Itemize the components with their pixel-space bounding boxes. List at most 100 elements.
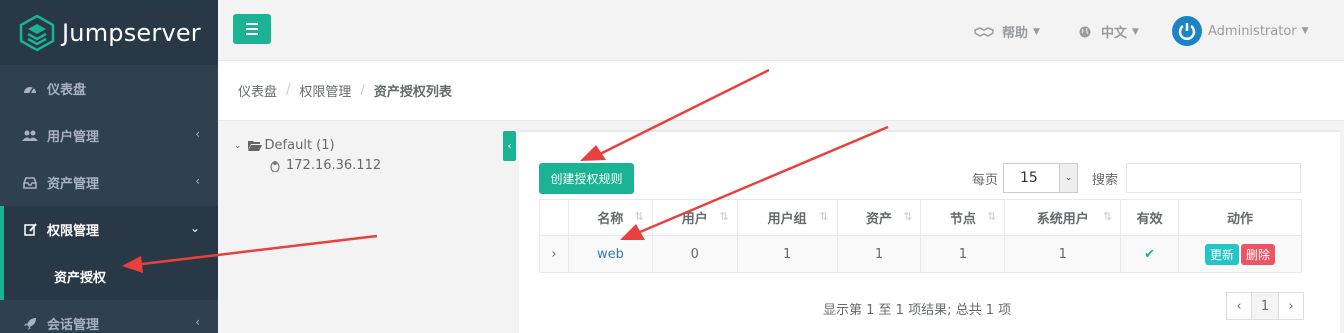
chevron-down-icon: ⌄ — [189, 221, 200, 235]
sidebar-toggle-button[interactable] — [233, 14, 271, 44]
caret-down-icon: ▼ — [1301, 26, 1309, 36]
cell-system-users: 1 — [1004, 235, 1122, 273]
table-row: › web 0 1 1 1 1 ✔ 更新 删除 — [539, 235, 1302, 273]
sidebar: Jumpserver 仪表盘 用户管理 ‹ 资产管理 ‹ 权限管理 ⌄ 资产授权 — [0, 0, 218, 333]
logo-bar[interactable]: Jumpserver — [0, 0, 218, 65]
column-header-name[interactable]: 名称 ⇅ — [567, 199, 653, 236]
cell-name: web — [567, 235, 653, 273]
breadcrumb-separator: / — [360, 83, 365, 98]
permission-name-link[interactable]: web — [597, 247, 624, 262]
table-header-row: 名称 ⇅ 用户 ⇅ 用户组 ⇅ 资产 ⇅ 节点 ⇅ 系统用户 ⇅ 有效 动作 — [539, 199, 1302, 236]
help-label: 帮助 — [1002, 26, 1029, 41]
breadcrumb: 仪表盘 / 权限管理 / 资产授权列表 — [218, 61, 1344, 121]
permissions-table: 名称 ⇅ 用户 ⇅ 用户组 ⇅ 资产 ⇅ 节点 ⇅ 系统用户 ⇅ 有效 动作 › web 0… — [539, 199, 1302, 273]
chevron-left-icon: ‹ — [195, 174, 200, 188]
chevron-down-icon: ⌄ — [1059, 164, 1077, 192]
sidebar-subitem-asset-permissions[interactable]: 资产授权 — [0, 253, 218, 300]
tree-node-label: Default (1) — [264, 138, 335, 153]
help-menu[interactable]: 帮助 ▼ — [974, 22, 1040, 41]
column-header-nodes[interactable]: 节点 ⇅ — [920, 199, 1006, 236]
chevron-left-icon: ‹ — [195, 315, 200, 329]
sidebar-item-users[interactable]: 用户管理 ‹ — [0, 112, 218, 159]
sort-icon: ⇅ — [1102, 210, 1113, 223]
column-header-actions: 动作 — [1178, 199, 1302, 236]
chevron-left-icon: ‹ — [507, 140, 512, 152]
sort-icon: ⇅ — [819, 210, 829, 223]
page-length-value: 15 — [1020, 170, 1038, 186]
column-header-valid: 有效 — [1120, 199, 1180, 236]
cell-actions: 更新 删除 — [1178, 235, 1302, 273]
chevron-left-icon: ‹ — [195, 127, 200, 141]
language-menu[interactable]: 中文 ▼ — [1079, 22, 1139, 41]
cell-users: 0 — [651, 235, 738, 273]
column-header-expand — [539, 199, 569, 236]
breadcrumb-dashboard[interactable]: 仪表盘 — [238, 81, 277, 100]
pagination: ‹ 1 › — [1226, 292, 1304, 320]
user-name: Administrator — [1208, 23, 1297, 39]
search-input[interactable] — [1126, 163, 1301, 193]
delete-button[interactable]: 删除 — [1241, 243, 1276, 265]
sort-icon: ⇅ — [719, 210, 729, 223]
breadcrumb-separator: / — [286, 83, 291, 98]
inbox-icon — [22, 176, 38, 189]
users-icon — [22, 130, 38, 142]
app-name: Jumpserver — [62, 18, 201, 47]
caret-down-icon: ▼ — [1033, 26, 1040, 37]
tree-toggle-icon[interactable]: ⌄ — [234, 141, 242, 151]
sidebar-item-dashboard[interactable]: 仪表盘 — [0, 65, 218, 112]
rocket-icon — [22, 317, 38, 331]
column-header-users[interactable]: 用户 ⇅ — [651, 199, 738, 236]
update-button[interactable]: 更新 — [1205, 243, 1240, 265]
linux-icon — [270, 160, 280, 172]
column-header-user-groups[interactable]: 用户组 ⇅ — [736, 199, 838, 236]
cell-assets: 1 — [836, 235, 922, 273]
content-panel: 创建授权规则 每页 15 ⌄ 搜索 名称 ⇅ 用户 ⇅ 用户组 ⇅ 资产 ⇅ 节点 ⇅ 系… — [519, 130, 1340, 333]
pagination-prev-button[interactable]: ‹ — [1226, 292, 1252, 320]
sort-icon: ⇅ — [634, 210, 644, 223]
tree-collapse-toggle[interactable]: ‹ — [503, 131, 516, 161]
page-length-select[interactable]: 15 ⌄ — [1003, 163, 1078, 193]
tree-node-label: 172.16.36.112 — [286, 158, 382, 173]
sidebar-item-assets[interactable]: 资产管理 ‹ — [0, 159, 218, 206]
user-menu[interactable]: Administrator ▼ — [1172, 16, 1309, 46]
sort-icon: ⇅ — [987, 210, 997, 223]
language-label: 中文 — [1101, 26, 1128, 41]
pagination-page-button[interactable]: 1 — [1251, 292, 1279, 320]
breadcrumb-permissions[interactable]: 权限管理 — [299, 81, 351, 100]
check-icon: ✔ — [1144, 246, 1156, 262]
cell-nodes: 1 — [920, 235, 1006, 273]
create-permission-button[interactable]: 创建授权规则 — [539, 163, 634, 194]
sort-icon: ⇅ — [903, 210, 913, 223]
row-expand-toggle[interactable]: › — [539, 235, 569, 273]
globe-icon — [1079, 26, 1091, 37]
top-navbar: 帮助 ▼ 中文 ▼ Administrator ▼ — [218, 0, 1344, 61]
column-header-assets[interactable]: 资产 ⇅ — [836, 199, 922, 236]
sidebar-item-sessions[interactable]: 会话管理 ‹ — [0, 300, 218, 333]
chevron-right-icon: › — [551, 246, 557, 262]
sidebar-item-label: 资产管理 — [47, 177, 100, 192]
cell-valid: ✔ — [1120, 235, 1180, 273]
sidebar-item-label: 会话管理 — [47, 318, 100, 333]
search-label: 搜索 — [1092, 173, 1119, 188]
jumpserver-logo-icon — [19, 14, 55, 51]
folder-open-icon — [247, 141, 262, 151]
pagination-next-button[interactable]: › — [1278, 292, 1304, 320]
sidebar-item-permissions[interactable]: 权限管理 ⌄ — [0, 206, 218, 253]
page-length-label: 每页 — [972, 173, 999, 188]
hamburger-icon — [246, 23, 258, 25]
sidebar-item-label: 权限管理 — [47, 224, 100, 239]
power-avatar-icon — [1172, 16, 1202, 46]
edit-icon — [22, 223, 38, 236]
table-info: 显示第 1 至 1 项结果; 总共 1 项 — [823, 303, 1012, 318]
tree-node-default[interactable]: ⌄ Default (1) — [234, 138, 335, 153]
column-header-system-users[interactable]: 系统用户 ⇅ — [1004, 199, 1122, 236]
asset-tree: ⌄ Default (1) 172.16.36.112 — [218, 121, 500, 333]
breadcrumb-current: 资产授权列表 — [373, 85, 452, 100]
cell-user-groups: 1 — [736, 235, 838, 273]
tree-node-asset[interactable]: 172.16.36.112 — [270, 158, 381, 173]
dashboard-icon — [22, 83, 38, 95]
caret-down-icon: ▼ — [1132, 26, 1139, 37]
sidebar-item-label: 仪表盘 — [47, 83, 87, 98]
handshake-icon — [974, 26, 994, 37]
sidebar-item-label: 用户管理 — [47, 130, 100, 145]
